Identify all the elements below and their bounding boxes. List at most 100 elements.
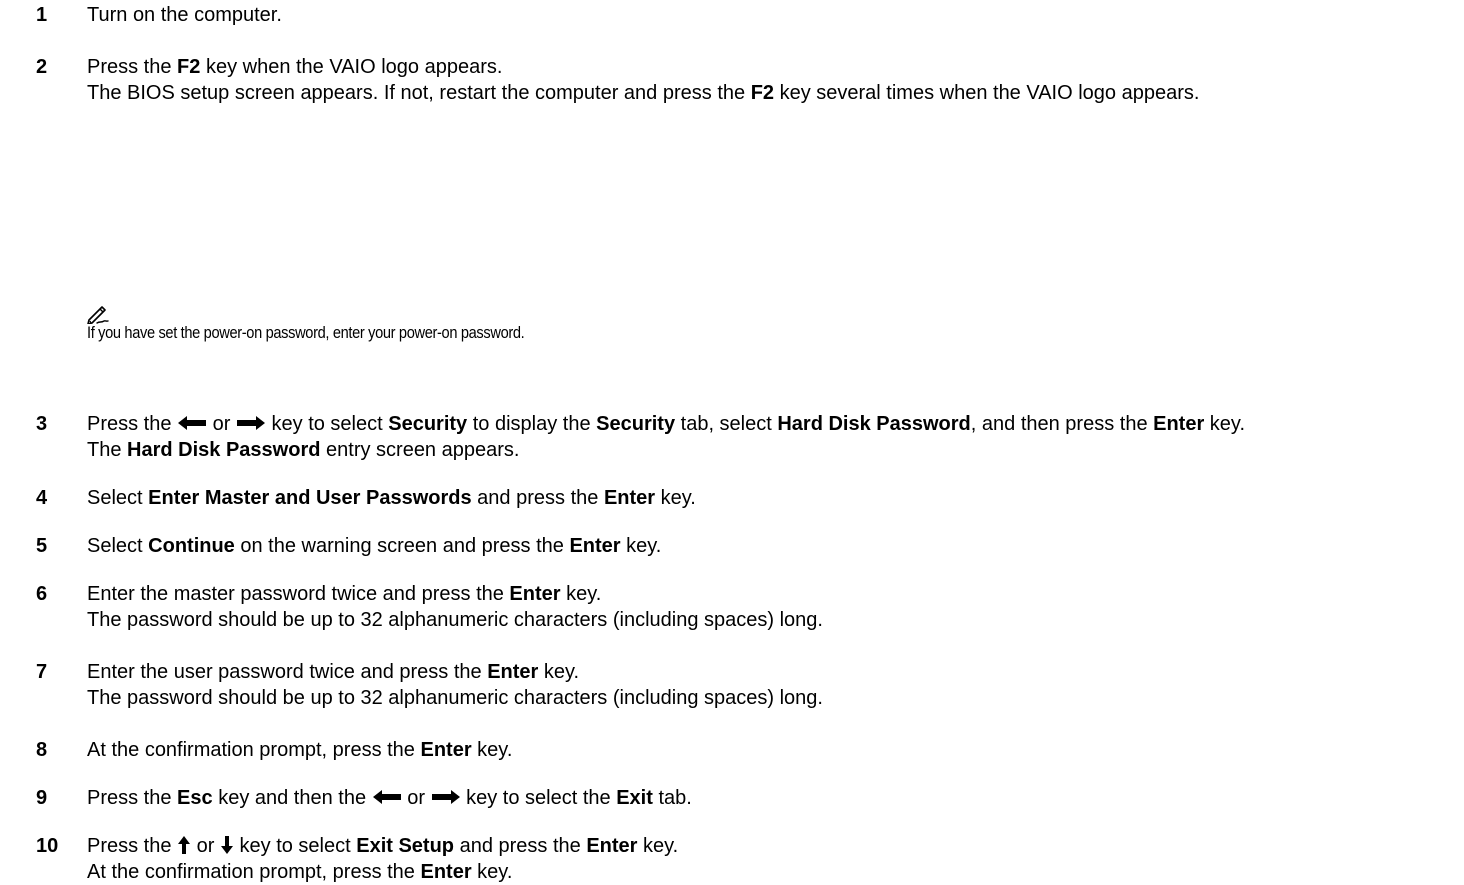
text-run: Enter the user password twice and press … xyxy=(87,661,488,683)
step-number: 2 xyxy=(36,56,48,78)
pencil-note-icon xyxy=(87,306,109,324)
bold-term: Exit xyxy=(616,787,653,809)
text-run: or xyxy=(207,413,236,435)
step-line: The password should be up to 32 alphanum… xyxy=(87,607,1446,633)
text-run: , and then press the xyxy=(970,413,1154,435)
bold-term: F2 xyxy=(750,82,775,104)
step-body: Select Continue on the warning screen an… xyxy=(87,533,1446,559)
step-3: 3 Press the or key to select Security to … xyxy=(36,411,1446,463)
text-run: The BIOS setup screen appears. If not, r… xyxy=(87,82,751,104)
step-number: 9 xyxy=(36,787,48,809)
bold-term: Enter Master and User Passwords xyxy=(148,487,472,509)
text-run: Select xyxy=(87,487,149,509)
step-number: 5 xyxy=(36,535,48,557)
document-page: 1 Turn on the computer. 2 Press the F2 key … xyxy=(0,0,1464,883)
text-run: Press the xyxy=(87,413,178,435)
up-arrow-icon xyxy=(178,836,191,854)
text-run: Select xyxy=(87,535,149,557)
text-run: key. xyxy=(655,487,696,509)
step-2: 2 Press the F2 key when the VAIO logo app… xyxy=(36,54,1446,106)
step-9: 9 Press the Esc key and then the or key t… xyxy=(36,785,1446,811)
text-run: The password should be up to 32 alphanum… xyxy=(87,687,823,709)
step-line: Turn on the computer. xyxy=(87,2,1446,28)
step-line: Enter the master password twice and pres… xyxy=(87,581,1446,607)
step-body: Press the Esc key and then the or key to… xyxy=(87,785,1446,811)
step-body: Turn on the computer. xyxy=(87,2,1446,28)
step-number: 10 xyxy=(36,835,59,857)
step-1: 1 Turn on the computer. xyxy=(36,2,1446,28)
step-body: Press the or key to select Security to d… xyxy=(87,411,1446,463)
step-line: At the confirmation prompt, press the En… xyxy=(87,859,1446,885)
text-run: The xyxy=(87,439,128,461)
text-run: on the warning screen and press the xyxy=(234,535,570,557)
text-run: key several times when the VAIO logo app… xyxy=(774,82,1200,104)
step-body: Press the or key to select Exit Setup an… xyxy=(87,833,1446,885)
text-run: tab, select xyxy=(675,413,778,435)
step-line: Enter the user password twice and press … xyxy=(87,659,1446,685)
step-body: Press the F2 key when the VAIO logo appe… xyxy=(87,54,1446,106)
bold-term: Enter xyxy=(487,661,539,683)
right-arrow-icon xyxy=(431,790,460,804)
step-number: 4 xyxy=(36,487,48,509)
text-run: At the confirmation prompt, press the xyxy=(87,739,421,761)
step-4: 4 Select Enter Master and User Passwords … xyxy=(36,485,1446,511)
bold-term: Enter xyxy=(569,535,621,557)
step-body: Enter the user password twice and press … xyxy=(87,659,1446,711)
step-line: Select Continue on the warning screen an… xyxy=(87,533,1446,559)
step-line: Press the or key to select Exit Setup an… xyxy=(87,833,1446,859)
bold-term: Security xyxy=(388,413,468,435)
step-body: At the confirmation prompt, press the En… xyxy=(87,737,1446,763)
bold-term: Exit Setup xyxy=(356,835,455,857)
text-run: or xyxy=(191,835,220,857)
text-run: and press the xyxy=(454,835,587,857)
bold-term: Enter xyxy=(420,861,472,883)
right-arrow-icon xyxy=(236,416,265,430)
step-number: 7 xyxy=(36,661,48,683)
text-run: to display the xyxy=(467,413,597,435)
bold-term: Enter xyxy=(586,835,638,857)
step-7: 7 Enter the user password twice and press… xyxy=(36,659,1446,711)
step-line: Press the or key to select Security to d… xyxy=(87,411,1446,437)
bold-term: Enter xyxy=(509,583,561,605)
text-run: key when the VAIO logo appears. xyxy=(200,56,503,78)
step-body: Enter the master password twice and pres… xyxy=(87,581,1446,633)
text-run: The password should be up to 32 alphanum… xyxy=(87,609,823,631)
step-line: At the confirmation prompt, press the En… xyxy=(87,737,1446,763)
bold-term: Enter xyxy=(603,487,656,509)
step-10: 10 Press the or key to select Exit Setup … xyxy=(36,833,1446,885)
text-run: key. xyxy=(560,583,602,605)
step-line: The password should be up to 32 alphanum… xyxy=(87,685,1446,711)
bold-term: Enter xyxy=(420,739,472,761)
text-run: key. xyxy=(637,835,679,857)
text-run: or xyxy=(401,787,431,809)
bold-term: Hard Disk Password xyxy=(127,439,321,461)
bold-term: Hard Disk Password xyxy=(777,413,971,435)
bold-term: Security xyxy=(596,413,676,435)
step-body: Select Enter Master and User Passwords a… xyxy=(87,485,1446,511)
step-line: Press the F2 key when the VAIO logo appe… xyxy=(87,54,1446,80)
text-run: key to select xyxy=(265,413,389,435)
step-line: The BIOS setup screen appears. If not, r… xyxy=(87,80,1446,106)
step-line: Select Enter Master and User Passwords a… xyxy=(87,485,1446,511)
bold-term: Esc xyxy=(177,787,213,809)
text-run: Press the xyxy=(87,787,178,809)
text-run: key. xyxy=(1204,413,1246,435)
text-run: key. xyxy=(471,861,513,883)
step-8: 8 At the confirmation prompt, press the E… xyxy=(36,737,1446,763)
bold-term: Enter xyxy=(1153,413,1205,435)
text-run: key. xyxy=(471,739,513,761)
text-run: key. xyxy=(538,661,580,683)
text-run: key to select xyxy=(233,835,357,857)
text-run: Press the xyxy=(87,835,178,857)
bold-term: Continue xyxy=(148,535,235,557)
note-block: If you have set the power-on password, e… xyxy=(87,304,1387,343)
step-line: Press the Esc key and then the or key to… xyxy=(87,785,1446,811)
step-number: 3 xyxy=(36,413,48,435)
text-run: and press the xyxy=(471,487,604,509)
text-run: tab. xyxy=(652,787,692,809)
step-number: 6 xyxy=(36,583,48,605)
text-run: key to select the xyxy=(460,787,617,809)
text-run: Press the xyxy=(87,56,178,78)
text-run: At the confirmation prompt, press the xyxy=(87,861,421,883)
text-run: key and then the xyxy=(212,787,372,809)
